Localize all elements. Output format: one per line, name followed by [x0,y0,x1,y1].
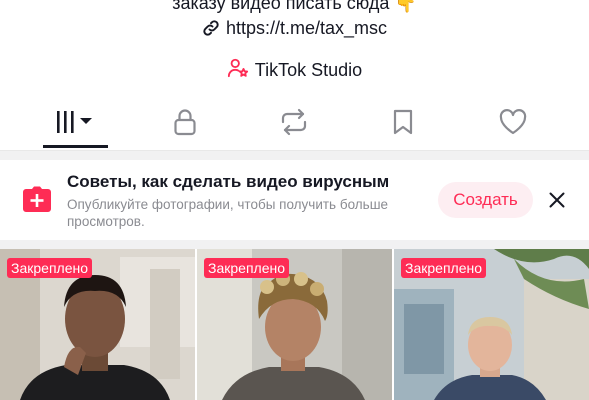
tab-private[interactable] [130,98,240,150]
create-button[interactable]: Создать [438,182,533,218]
tiktok-studio-button[interactable]: TikTok Studio [0,58,589,82]
video-thumbnail[interactable]: Закреплено [394,249,589,400]
studio-label: TikTok Studio [254,59,363,80]
tab-reposts[interactable] [239,98,349,150]
tab-videos[interactable] [21,98,131,150]
close-icon[interactable] [546,189,568,211]
video-thumbnail[interactable]: Закреплено [197,249,392,400]
videos-grid-icon [54,110,98,139]
active-tab-indicator [43,145,108,148]
bio-link[interactable]: https://t.me/tax_msc [0,17,589,39]
bio-text: заказу видео писать сюда 👇 [172,0,417,13]
tab-favorites[interactable] [348,98,458,150]
add-photo-icon [22,184,52,214]
bio-link-text[interactable]: https://t.me/tax_msc [226,17,387,39]
tab-liked[interactable] [458,98,568,150]
pinned-badge: Закреплено [401,258,486,278]
pinned-badge: Закреплено [204,258,289,278]
bookmark-icon [392,108,414,141]
viral-tips-banner: Советы, как сделать видео вирусным Опубл… [0,160,589,240]
heart-icon [498,108,528,141]
video-thumbnail[interactable]: Закреплено [0,249,195,400]
separator-band [0,240,589,249]
tip-description: Опубликуйте фотографии, чтобы получить б… [67,197,389,229]
lock-icon [173,108,197,141]
separator-band [0,151,589,160]
studio-icon [227,57,249,84]
profile-tabs [0,98,589,150]
pinned-badge: Закреплено [7,258,92,278]
repost-icon [279,108,309,141]
link-icon [202,19,220,37]
tip-title: Советы, как сделать видео вирусным [67,172,390,191]
